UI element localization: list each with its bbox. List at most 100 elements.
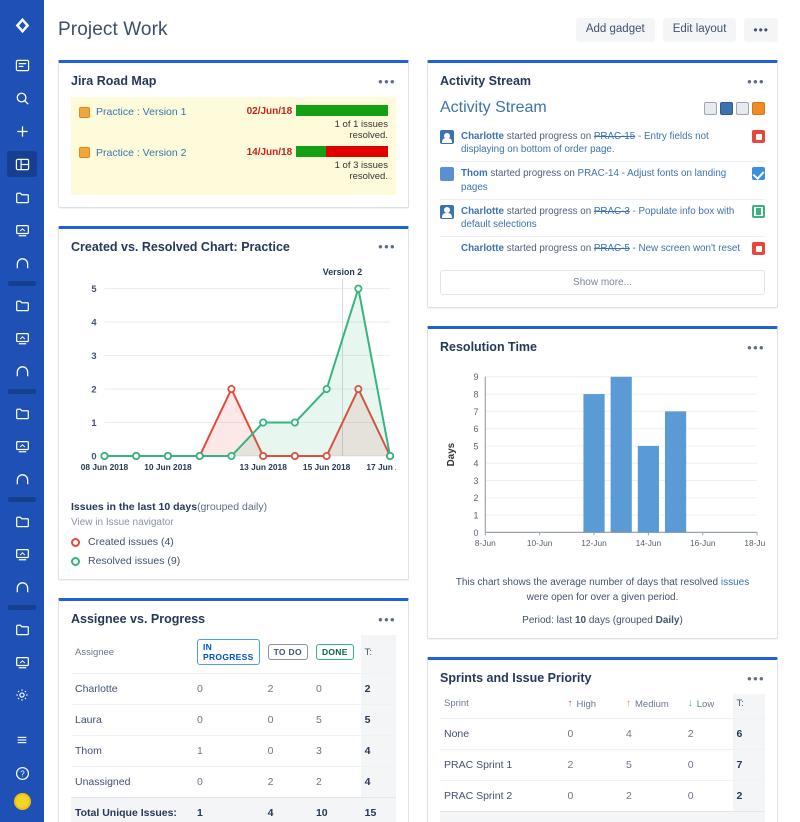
roadmap-note: 1 of 3 issues resolved. bbox=[296, 160, 388, 183]
svg-text:7: 7 bbox=[473, 407, 478, 417]
gear-icon[interactable] bbox=[7, 682, 37, 708]
cell-assignee[interactable]: Unassigned bbox=[71, 767, 193, 798]
list-view-icon[interactable] bbox=[720, 102, 733, 115]
svg-text:2: 2 bbox=[473, 494, 478, 504]
more-options-button[interactable]: ••• bbox=[744, 18, 778, 42]
gadget-menu-icon[interactable]: ••• bbox=[747, 341, 765, 354]
arch-icon[interactable] bbox=[7, 574, 37, 600]
legend-item: Resolved issues (9) bbox=[71, 555, 396, 567]
monitor-icon[interactable] bbox=[7, 649, 37, 675]
arch-icon[interactable] bbox=[7, 250, 37, 276]
cell-sprint[interactable]: None bbox=[440, 718, 564, 749]
activity-issue-key[interactable]: PRAC-3 bbox=[594, 206, 630, 217]
activity-user[interactable]: Charlotte bbox=[461, 206, 504, 217]
monitor-icon[interactable] bbox=[7, 325, 37, 351]
global-sidebar: ? bbox=[0, 0, 44, 822]
roadmap-version-label[interactable]: Practice : Version 2 bbox=[96, 147, 186, 159]
cell-total-to-do: 4 bbox=[264, 798, 312, 822]
menu-icon[interactable] bbox=[7, 727, 37, 753]
legend-label: Resolved issues (9) bbox=[88, 555, 180, 567]
folder-icon[interactable] bbox=[7, 184, 37, 210]
gadget-menu-icon[interactable]: ••• bbox=[747, 75, 765, 88]
main-content: Project Work Add gadget Edit layout ••• … bbox=[44, 0, 800, 822]
cell-done: 5 bbox=[312, 705, 361, 736]
arch-icon[interactable] bbox=[7, 466, 37, 492]
priority-label-medium: Medium bbox=[635, 699, 669, 710]
cell-assignee[interactable]: Laura bbox=[71, 705, 193, 736]
progress-unresolved bbox=[326, 146, 387, 157]
monitor-icon[interactable] bbox=[7, 433, 37, 459]
table-total-row: Total Unique Issues: 1 4 10 15 bbox=[71, 798, 396, 822]
activity-user[interactable]: Charlotte bbox=[461, 131, 504, 142]
sidebar-divider bbox=[8, 281, 36, 286]
activity-action: started progress on bbox=[504, 206, 594, 217]
cell-to-do: 2 bbox=[264, 674, 312, 705]
roadmap-version-label[interactable]: Practice : Version 1 bbox=[96, 106, 186, 118]
issue-navigator-link[interactable]: View in Issue navigator bbox=[71, 517, 396, 528]
rss-icon[interactable] bbox=[752, 102, 765, 115]
issues-link[interactable]: issues bbox=[721, 577, 749, 588]
activity-issue-key[interactable]: PRAC-15 bbox=[594, 131, 635, 142]
cell-assignee[interactable]: Thom bbox=[71, 736, 193, 767]
gadget-menu-icon[interactable]: ••• bbox=[378, 75, 396, 88]
folder-icon[interactable] bbox=[7, 292, 37, 318]
svg-text:10-Jun: 10-Jun bbox=[527, 538, 553, 548]
sidebar-divider bbox=[8, 389, 36, 394]
monitor-icon[interactable] bbox=[7, 217, 37, 243]
col-medium: ↑ Medium bbox=[622, 694, 684, 718]
jira-logo-icon[interactable] bbox=[7, 12, 37, 38]
plus-icon[interactable] bbox=[7, 118, 37, 144]
help-icon[interactable]: ? bbox=[7, 760, 37, 786]
gadget-header: Assignee vs. Progress ••• bbox=[59, 601, 408, 635]
cell-total-low: 2 bbox=[684, 811, 733, 822]
cell-assignee[interactable]: Charlotte bbox=[71, 674, 193, 705]
add-gadget-button[interactable]: Add gadget bbox=[576, 18, 655, 42]
svg-text:8-Jun: 8-Jun bbox=[475, 538, 496, 548]
edit-layout-button[interactable]: Edit layout bbox=[663, 18, 737, 42]
page-title: Project Work bbox=[58, 19, 168, 41]
bug-icon bbox=[752, 130, 765, 143]
svg-text:3: 3 bbox=[473, 476, 478, 486]
svg-text:2: 2 bbox=[91, 384, 96, 394]
monitor-icon[interactable] bbox=[7, 541, 37, 567]
roadmap-note: 1 of 1 issues resolved. bbox=[296, 119, 388, 142]
cell-grand-total: 15 bbox=[361, 798, 396, 822]
search-icon[interactable] bbox=[7, 85, 37, 111]
show-more-button[interactable]: Show more... bbox=[440, 270, 765, 295]
chart-y-axis-labels: 012345 bbox=[91, 284, 97, 461]
activity-issue-key[interactable]: PRAC-5 bbox=[594, 243, 630, 254]
chart-legend: Created issues (4) Resolved issues (9) bbox=[71, 536, 396, 567]
version-icon bbox=[79, 147, 90, 158]
table-row: PRAC Sprint 1 2 5 0 7 bbox=[440, 749, 765, 780]
cell-in-progress: 1 bbox=[193, 736, 264, 767]
gadget-menu-icon[interactable]: ••• bbox=[378, 240, 396, 253]
board-icon[interactable] bbox=[7, 52, 37, 78]
folder-icon[interactable] bbox=[7, 508, 37, 534]
svg-text:9: 9 bbox=[473, 373, 478, 383]
filter-icon[interactable] bbox=[736, 102, 749, 115]
gadget-menu-icon[interactable]: ••• bbox=[747, 672, 765, 685]
created-resolved-chart: 012345 08 Jun 201810 Jun 201813 Jun 2018… bbox=[71, 263, 396, 490]
arch-icon[interactable] bbox=[7, 358, 37, 384]
arrow-up-medium-icon: ↑ bbox=[626, 699, 631, 709]
activity-user[interactable]: Thom bbox=[461, 168, 488, 179]
status-badge-done: DONE bbox=[316, 644, 354, 660]
activity-issue-key[interactable]: PRAC-14 bbox=[578, 168, 619, 179]
activity-text: Thom started progress on PRAC-14 - Adjus… bbox=[461, 167, 745, 193]
activity-user[interactable]: Charlotte bbox=[461, 243, 504, 254]
dashboard-icon[interactable] bbox=[7, 151, 37, 177]
cell-total-high: 2 bbox=[564, 811, 623, 822]
cell-sprint[interactable]: PRAC Sprint 2 bbox=[440, 780, 564, 811]
gadget-menu-icon[interactable]: ••• bbox=[378, 613, 396, 626]
cell-low: 0 bbox=[684, 780, 733, 811]
gadget-header: Resolution Time ••• bbox=[428, 329, 777, 363]
chart-x-axis-labels: 08 Jun 201810 Jun 201813 Jun 201815 Jun … bbox=[81, 461, 396, 471]
compact-view-icon[interactable] bbox=[704, 102, 717, 115]
activity-summary[interactable]: - New screen won't reset bbox=[630, 243, 740, 254]
avatar[interactable] bbox=[14, 793, 31, 810]
folder-icon[interactable] bbox=[7, 616, 37, 642]
cell-total-medium: 11 bbox=[622, 811, 684, 822]
table-header-row: Assignee IN PROGRESS TO DO DONE T: bbox=[71, 635, 396, 674]
cell-sprint[interactable]: PRAC Sprint 1 bbox=[440, 749, 564, 780]
folder-icon[interactable] bbox=[7, 400, 37, 426]
